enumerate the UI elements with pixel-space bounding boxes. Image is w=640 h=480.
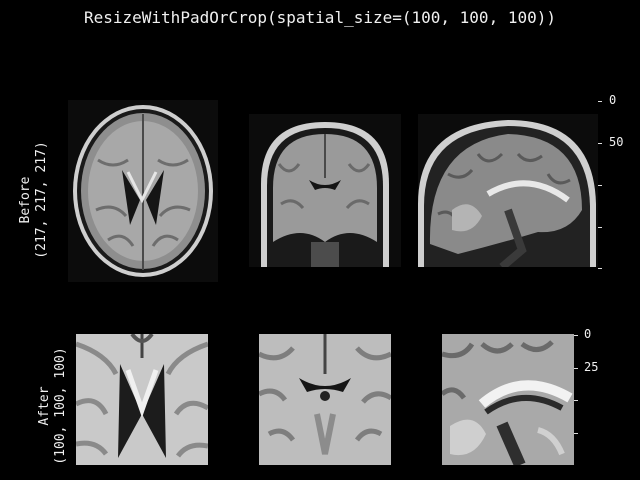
after-tick-label-0: 0 xyxy=(584,327,592,341)
after-sagittal-image xyxy=(442,334,574,465)
after-coronal-image xyxy=(259,334,391,465)
figure-title: ResizeWithPadOrCrop(spatial_size=(100, 1… xyxy=(83,8,556,27)
before-sagittal-image xyxy=(418,114,598,267)
before-tick-label-50: 50 xyxy=(609,135,624,149)
after-axial-image xyxy=(76,334,208,465)
row-label-after: After (100, 100, 100) xyxy=(37,347,68,465)
row-label-before: Before (217, 217, 217) xyxy=(18,141,49,259)
before-tickmark-200 xyxy=(598,268,602,269)
after-tickmark-25 xyxy=(574,368,578,369)
before-tickmark-0 xyxy=(598,101,602,102)
before-tickmark-50 xyxy=(598,143,602,144)
after-tickmark-75 xyxy=(574,433,578,434)
before-axial-image xyxy=(68,100,218,282)
before-tick-label-0: 0 xyxy=(609,93,617,107)
after-tick-label-25: 25 xyxy=(584,360,599,374)
after-tickmark-0 xyxy=(574,335,578,336)
before-coronal-image xyxy=(249,114,401,267)
before-tickmark-150 xyxy=(598,227,602,228)
before-tickmark-100 xyxy=(598,185,602,186)
after-tickmark-50 xyxy=(574,400,578,401)
